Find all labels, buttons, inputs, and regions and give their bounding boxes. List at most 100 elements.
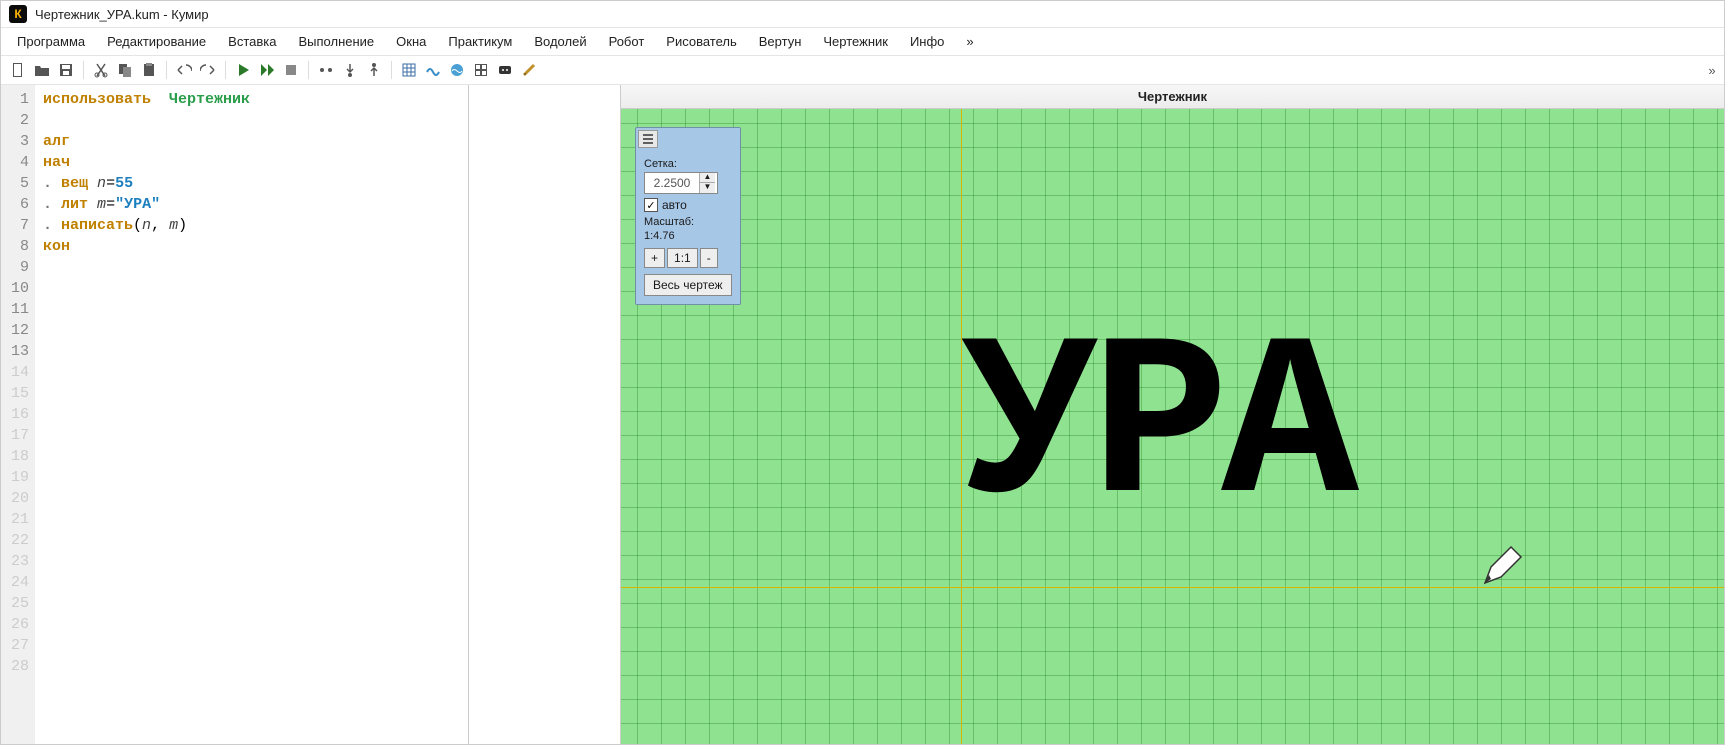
- menu-робот[interactable]: Робот: [599, 30, 655, 53]
- line-number: 3: [5, 131, 29, 152]
- menu-программа[interactable]: Программа: [7, 30, 95, 53]
- menubar: ПрограммаРедактированиеВставкаВыполнение…: [1, 28, 1724, 56]
- actor-6-icon[interactable]: [518, 59, 540, 81]
- copy-icon[interactable]: [114, 59, 136, 81]
- menu-редактирование[interactable]: Редактирование: [97, 30, 216, 53]
- code-line[interactable]: нач: [43, 152, 460, 173]
- menu-инфо[interactable]: Инфо: [900, 30, 954, 53]
- line-number: 14: [5, 362, 29, 383]
- line-number: 10: [5, 278, 29, 299]
- line-number: 7: [5, 215, 29, 236]
- menu-»[interactable]: »: [956, 30, 983, 53]
- line-number: 13: [5, 341, 29, 362]
- line-number: 17: [5, 425, 29, 446]
- paste-icon[interactable]: [138, 59, 160, 81]
- stop-icon[interactable]: [280, 59, 302, 81]
- line-number: 8: [5, 236, 29, 257]
- save-icon[interactable]: [55, 59, 77, 81]
- drawn-text: УРА: [961, 315, 1351, 545]
- grid-spin-down[interactable]: ▼: [700, 183, 715, 193]
- code-editor[interactable]: использовать Чертежникалгнач. вещ n=55. …: [35, 85, 468, 744]
- line-number: 25: [5, 593, 29, 614]
- editor-split: 1234567891011121314151617181920212223242…: [1, 85, 620, 744]
- left-pane: 1234567891011121314151617181920212223242…: [1, 85, 621, 744]
- actor-2-icon[interactable]: [422, 59, 444, 81]
- line-number: 4: [5, 152, 29, 173]
- zoom-in-button[interactable]: +: [644, 248, 665, 268]
- step-into-icon[interactable]: [339, 59, 361, 81]
- code-line[interactable]: алг: [43, 131, 460, 152]
- new-file-icon[interactable]: [7, 59, 29, 81]
- menu-водолей[interactable]: Водолей: [524, 30, 596, 53]
- line-number: 18: [5, 446, 29, 467]
- actor-1-icon[interactable]: [398, 59, 420, 81]
- menu-окна[interactable]: Окна: [386, 30, 436, 53]
- line-number: 9: [5, 257, 29, 278]
- menu-вертун[interactable]: Вертун: [749, 30, 812, 53]
- line-number: 2: [5, 110, 29, 131]
- code-line[interactable]: . лит m="УРА": [43, 194, 460, 215]
- redo-icon[interactable]: [197, 59, 219, 81]
- auto-checkbox[interactable]: ✓: [644, 198, 658, 212]
- app-window: К Чертежник_УРА.kum - Кумир ПрограммаРед…: [0, 0, 1725, 745]
- line-number: 16: [5, 404, 29, 425]
- line-gutter: 1234567891011121314151617181920212223242…: [1, 85, 35, 744]
- line-number: 19: [5, 467, 29, 488]
- actor-5-icon[interactable]: [494, 59, 516, 81]
- menu-рисователь[interactable]: Рисователь: [656, 30, 746, 53]
- line-number: 26: [5, 614, 29, 635]
- main-split: 1234567891011121314151617181920212223242…: [1, 85, 1724, 744]
- line-number: 6: [5, 194, 29, 215]
- code-line[interactable]: . написать(n, m): [43, 215, 460, 236]
- menu-вставка[interactable]: Вставка: [218, 30, 286, 53]
- menu-выполнение[interactable]: Выполнение: [288, 30, 384, 53]
- line-number: 11: [5, 299, 29, 320]
- open-file-icon[interactable]: [31, 59, 53, 81]
- undo-icon[interactable]: [173, 59, 195, 81]
- actor-4-icon[interactable]: [470, 59, 492, 81]
- toolbar-overflow[interactable]: »: [1708, 63, 1724, 78]
- right-pane: Чертежник УРА С: [621, 85, 1724, 744]
- canvas-wrap: УРА Сетка:: [621, 109, 1724, 744]
- line-number: 28: [5, 656, 29, 677]
- panel-toggle-button[interactable]: [638, 130, 658, 148]
- grid-label: Сетка:: [644, 158, 732, 170]
- zoom-reset-button[interactable]: 1:1: [667, 248, 698, 268]
- code-line[interactable]: использовать Чертежник: [43, 89, 460, 110]
- menu-практикум[interactable]: Практикум: [438, 30, 522, 53]
- line-number: 23: [5, 551, 29, 572]
- line-number: 12: [5, 320, 29, 341]
- line-number: 22: [5, 530, 29, 551]
- line-number: 15: [5, 383, 29, 404]
- menu-чертежник[interactable]: Чертежник: [813, 30, 898, 53]
- scale-value: 1:4.76: [644, 230, 732, 242]
- code-line[interactable]: . вещ n=55: [43, 173, 460, 194]
- toolbar-row: »: [1, 56, 1724, 85]
- line-number: 20: [5, 488, 29, 509]
- step-over-icon[interactable]: [315, 59, 337, 81]
- actor-3-icon[interactable]: [446, 59, 468, 81]
- zoom-out-button[interactable]: -: [700, 248, 718, 268]
- grid-spinner[interactable]: ▲ ▼: [644, 172, 718, 194]
- run-icon[interactable]: [232, 59, 254, 81]
- window-title: Чертежник_УРА.kum - Кумир: [35, 7, 209, 22]
- auto-label: авто: [662, 198, 687, 212]
- cut-icon[interactable]: [90, 59, 112, 81]
- fit-drawing-button[interactable]: Весь чертеж: [644, 274, 732, 296]
- code-line[interactable]: [43, 110, 460, 131]
- app-icon: К: [9, 5, 27, 23]
- line-number: 27: [5, 635, 29, 656]
- line-number: 21: [5, 509, 29, 530]
- canvas-control-panel: Сетка: ▲ ▼ ✓ авто Масштаб:: [635, 127, 741, 305]
- grid-value-input[interactable]: [645, 173, 699, 193]
- toolbar: [1, 56, 546, 84]
- line-number: 24: [5, 572, 29, 593]
- line-number: 5: [5, 173, 29, 194]
- line-number: 1: [5, 89, 29, 110]
- drawer-title: Чертежник: [621, 85, 1724, 109]
- run-step-icon[interactable]: [256, 59, 278, 81]
- titlebar: К Чертежник_УРА.kum - Кумир: [1, 1, 1724, 28]
- editor-column: 1234567891011121314151617181920212223242…: [1, 85, 469, 744]
- step-out-icon[interactable]: [363, 59, 385, 81]
- code-line[interactable]: кон: [43, 236, 460, 257]
